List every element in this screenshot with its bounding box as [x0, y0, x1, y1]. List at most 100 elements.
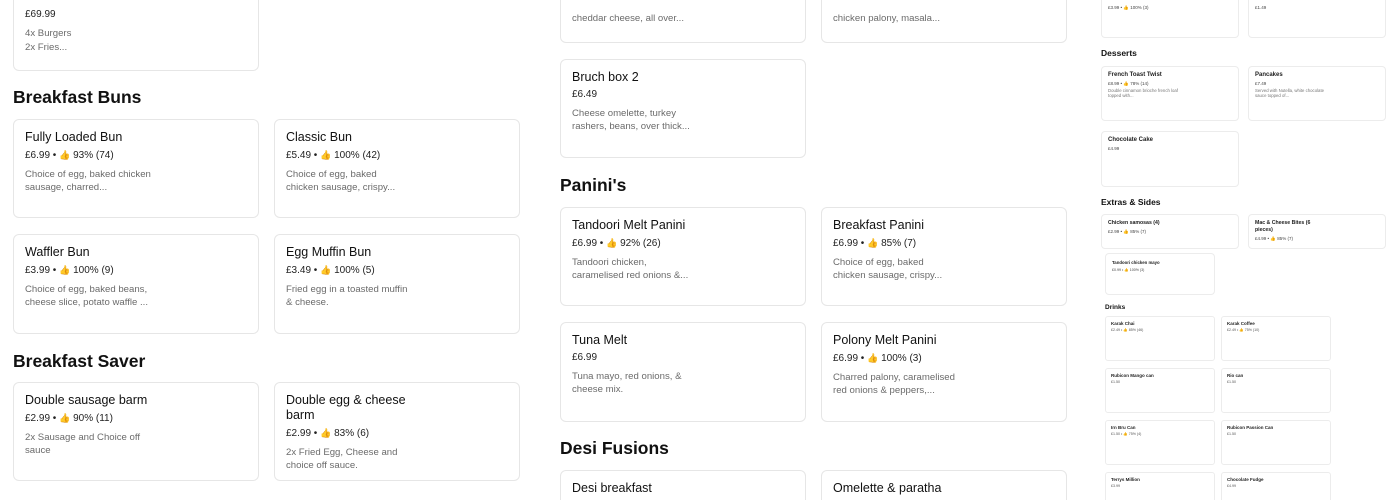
item-name: Irn Bru Can: [1111, 425, 1136, 430]
thumbs-up-icon: 👍: [606, 238, 618, 248]
item-description: 2x Sausage and Choice off sauce: [25, 432, 141, 456]
menu-item-card[interactable]: £1.49: [1248, 0, 1386, 38]
item-meta: £2.99 • 👍 85% (7): [1108, 229, 1146, 234]
item-price: £6.99: [572, 352, 598, 363]
item-description: Served with Nutella, white chocolate sau…: [1255, 87, 1325, 99]
item-name: Pancakes: [1255, 72, 1283, 78]
item-name: Polony Melt Panini: [833, 333, 937, 347]
description-line: 4x Burgers: [25, 28, 72, 39]
description-line: 2x Fries...: [25, 42, 68, 53]
menu-item-card[interactable]: Double sausage barm £2.99 • 👍 90% (11) 2…: [13, 382, 259, 481]
item-meta: £1.50: [1227, 379, 1236, 384]
menu-item-card[interactable]: Mac & Cheese Bites (6 pieces) £4.99 • 👍 …: [1248, 214, 1386, 249]
menu-item-card[interactable]: Polony Melt Panini £6.99 • 👍 100% (3) Ch…: [821, 322, 1067, 422]
item-meta: £6.99 • 👍 100% (3): [833, 353, 922, 364]
item-description: Charred palony, caramelised red onions &…: [833, 372, 955, 396]
thumbs-up-icon: 👍: [59, 150, 71, 160]
item-price: £6.99: [572, 238, 598, 249]
item-description: Fried egg in a toasted muffin & cheese.: [286, 284, 408, 308]
menu-item-card[interactable]: Rio can £1.50: [1221, 368, 1331, 413]
menu-item-card[interactable]: Tandoori chicken mayo £0.99 • 👍 100% (3): [1105, 253, 1215, 295]
menu-item-card[interactable]: Pancakes £7.49 Served with Nutella, whit…: [1248, 66, 1386, 121]
item-meta: £3.99 • 👍 100% (9): [25, 265, 114, 276]
thumbs-up-icon: 👍: [59, 265, 71, 275]
menu-item-card[interactable]: Bruch box 2 £6.49 Cheese omelette, turke…: [560, 59, 806, 158]
section-title: Desi Fusions: [560, 438, 669, 458]
section-title: Extras & Sides: [1101, 197, 1161, 207]
menu-item-card[interactable]: cheddar cheese, all over...: [560, 0, 806, 43]
item-rating: 85% (7): [881, 238, 917, 249]
item-meta: £1.49: [1255, 5, 1267, 10]
item-name: Chicken samosas (4): [1108, 220, 1160, 226]
menu-item-card[interactable]: Egg Muffin Bun £3.49 • 👍 100% (5) Fried …: [274, 234, 520, 334]
section-title: Breakfast Saver: [13, 351, 146, 371]
item-meta: £3.99 • 👍 100% (3): [1108, 5, 1149, 10]
item-meta: £6.99 • 👍 93% (74): [25, 150, 114, 161]
menu-item-card[interactable]: Tuna Melt £6.99 Tuna mayo, red onions, &…: [560, 322, 806, 422]
menu-item-card[interactable]: Fully Loaded Bun £6.99 • 👍 93% (74) Choi…: [13, 119, 259, 218]
item-name: Classic Bun: [286, 130, 352, 144]
thumbs-up-icon: 👍: [867, 353, 879, 363]
item-description: Choice of egg, baked chicken sausage, cr…: [286, 169, 396, 193]
menu-item-card[interactable]: Irn Bru Can £1.50 • 👍 75% (4): [1105, 420, 1215, 465]
item-name: Desi breakfast: [572, 481, 652, 495]
thumbs-up-icon: 👍: [320, 428, 332, 438]
item-meta: £2.49 • 👍 75% (10): [1227, 327, 1260, 332]
item-meta: £1.50: [1227, 431, 1236, 436]
item-name: Waffler Bun: [25, 245, 90, 259]
menu-item-card[interactable]: Rubicon Mango can £1.50: [1105, 368, 1215, 413]
menu-item-card[interactable]: Chicken samosas (4) £2.99 • 👍 85% (7): [1101, 214, 1239, 249]
item-meta: £6.99 • 👍 85% (7): [833, 238, 917, 249]
item-meta: £4.99: [1227, 483, 1236, 488]
item-price: £6.99: [833, 238, 859, 249]
item-rating: 100% (5): [334, 265, 375, 276]
item-meta: £4.99: [1108, 146, 1120, 151]
item-name: Double egg & cheese barm: [286, 393, 406, 422]
menu-item-card[interactable]: Double egg & cheese barm £2.99 • 👍 83% (…: [274, 382, 520, 481]
item-price: £2.99: [25, 413, 51, 424]
menu-item-card[interactable]: £69.99 4x Burgers 2x Fries...: [13, 0, 259, 71]
item-meta: £1.50: [1111, 379, 1120, 384]
item-description: Tuna mayo, red onions, & cheese mix.: [572, 371, 682, 395]
item-meta: £1.50 • 👍 75% (4): [1111, 431, 1142, 436]
menu-item-card[interactable]: Omelette & paratha: [821, 470, 1067, 500]
item-description: 2x Fried Egg, Cheese and choice off sauc…: [286, 447, 398, 471]
section-title: Breakfast Buns: [13, 87, 142, 107]
menu-item-card[interactable]: Karak Coffee £2.49 • 👍 75% (10): [1221, 316, 1331, 361]
item-rating: 100% (9): [73, 265, 114, 276]
item-meta: £0.99 • 👍 100% (3): [1112, 268, 1145, 272]
menu-item-card[interactable]: French Toast Twist £8.99 • 👍 78% (14) Do…: [1101, 66, 1239, 121]
item-price: £3.99: [25, 265, 51, 276]
menu-item-card[interactable]: Rubicon Passion Can £1.50: [1221, 420, 1331, 465]
menu-item-card[interactable]: Desi breakfast: [560, 470, 806, 500]
menu-item-card[interactable]: chicken palony, masala...: [821, 0, 1067, 43]
item-meta: £2.99 • 👍 83% (6): [286, 428, 370, 439]
menu-item-card[interactable]: Tandoori Melt Panini £6.99 • 👍 92% (26) …: [560, 207, 806, 306]
menu-item-card[interactable]: Classic Bun £5.49 • 👍 100% (42) Choice o…: [274, 119, 520, 218]
item-meta: £6.99 • 👍 92% (26): [572, 238, 661, 249]
item-name: Rubicon Mango can: [1111, 373, 1154, 378]
item-description: Double cinnamon brioche french loaf topp…: [1108, 87, 1178, 99]
item-price: £6.99: [25, 150, 51, 161]
thumbs-up-icon: 👍: [320, 265, 332, 275]
item-name: Bruch box 2: [572, 70, 639, 84]
item-rating: 83% (6): [334, 428, 370, 439]
menu-item-card[interactable]: Waffler Bun £3.99 • 👍 100% (9) Choice of…: [13, 234, 259, 334]
item-meta: £3.99: [1111, 483, 1120, 488]
item-meta: £5.49 • 👍 100% (42): [286, 150, 381, 161]
item-price: £5.49: [286, 150, 312, 161]
item-price: £6.99: [833, 353, 859, 364]
item-name: Fully Loaded Bun: [25, 130, 123, 144]
menu-item-card[interactable]: Chocolate Cake £4.99: [1101, 131, 1239, 187]
item-name: Rubicon Passion Can: [1227, 425, 1274, 430]
menu-item-card[interactable]: £3.99 • 👍 100% (3): [1101, 0, 1239, 38]
item-name: Tuna Melt: [572, 333, 628, 347]
menu-item-card[interactable]: Chocolate Fudge £4.99: [1221, 472, 1331, 500]
menu-item-card[interactable]: Karak Chai £2.49 • 👍 85% (46): [1105, 316, 1215, 361]
menu-item-card[interactable]: Breakfast Panini £6.99 • 👍 85% (7) Choic…: [821, 207, 1067, 306]
item-price: £69.99: [25, 9, 56, 20]
item-name: Tandoori chicken mayo: [1112, 260, 1160, 265]
item-meta: £2.49 • 👍 85% (46): [1111, 327, 1144, 332]
item-description: Cheese omelette, turkey rashers, beans, …: [572, 108, 690, 132]
menu-item-card[interactable]: Terrys Million £3.99: [1105, 472, 1215, 500]
